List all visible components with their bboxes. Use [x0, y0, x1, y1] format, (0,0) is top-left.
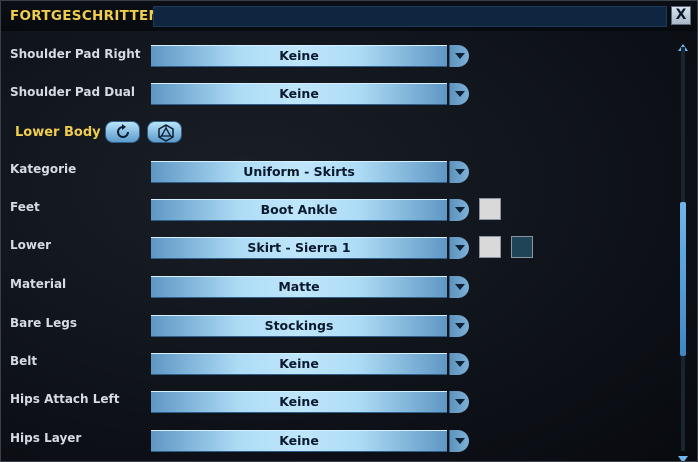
scroll-down-button[interactable]: [678, 449, 688, 461]
row-shoulder-pad-dual: Shoulder Pad Dual Keine: [1, 83, 661, 108]
color-swatch-feet-primary[interactable]: [479, 198, 501, 220]
dropdown-value: Keine: [279, 356, 319, 371]
refresh-button[interactable]: [105, 121, 140, 143]
row-label: Lower: [10, 238, 52, 252]
color-swatch-lower-secondary[interactable]: [511, 236, 533, 258]
dropdown-belt[interactable]: Keine: [151, 353, 469, 375]
row-shoulder-pad-right: Shoulder Pad Right Keine: [1, 45, 661, 70]
scroll-up-button[interactable]: [678, 36, 688, 51]
dropdown-hips-layer[interactable]: Keine: [151, 430, 469, 452]
chevron-down-icon[interactable]: [449, 276, 469, 298]
row-kategorie: Kategorie Uniform - Skirts: [1, 161, 661, 185]
row-bare-legs: Bare Legs Stockings: [1, 315, 661, 339]
chevron-down-icon: [678, 456, 688, 461]
dropdown-material[interactable]: Matte: [151, 276, 469, 298]
row-hips-attach-left: Hips Attach Left Keine: [1, 391, 661, 415]
row-hips-layer: Hips Layer Keine: [1, 430, 661, 454]
dropdown-bare-legs[interactable]: Stockings: [151, 315, 469, 337]
row-label: Belt: [10, 354, 38, 368]
dropdown-value: Keine: [279, 394, 319, 409]
dropdown-value: Keine: [279, 433, 319, 448]
close-button[interactable]: X: [671, 6, 691, 25]
random-die-icon: [158, 124, 174, 142]
row-label: Kategorie: [10, 162, 77, 176]
row-label: Shoulder Pad Right: [10, 47, 141, 61]
dropdown-kategorie[interactable]: Uniform - Skirts: [151, 161, 469, 183]
dropdown-hips-attach-left[interactable]: Keine: [151, 391, 469, 413]
section-title-lower-body: Lower Body: [15, 125, 101, 140]
scrollbar-thumb[interactable]: [680, 202, 686, 356]
chevron-down-icon[interactable]: [449, 430, 469, 452]
dropdown-value: Keine: [279, 86, 319, 101]
dropdown-shoulder-pad-dual[interactable]: Keine: [151, 83, 469, 105]
title-bar-fill: [153, 6, 667, 27]
dropdown-value: Keine: [279, 48, 319, 63]
vertical-scrollbar[interactable]: [675, 33, 691, 461]
dropdown-value: Stockings: [264, 318, 334, 333]
dropdown-shoulder-pad-right[interactable]: Keine: [151, 45, 469, 67]
dialog-title: FORTGESCHRITTEN: [10, 8, 161, 24]
row-label: Hips Attach Left: [10, 392, 120, 406]
dropdown-value: Skirt - Sierra 1: [247, 240, 351, 255]
chevron-down-icon[interactable]: [449, 315, 469, 337]
dropdown-value: Boot Ankle: [260, 202, 338, 217]
refresh-icon: [117, 124, 129, 138]
chevron-down-icon[interactable]: [449, 83, 469, 105]
row-label: Bare Legs: [10, 316, 77, 330]
dropdown-value: Uniform - Skirts: [243, 164, 355, 179]
row-label: Feet: [10, 200, 40, 214]
chevron-down-icon[interactable]: [449, 199, 469, 221]
dropdown-feet[interactable]: Boot Ankle: [151, 199, 469, 221]
dropdown-value: Matte: [278, 279, 320, 294]
chevron-down-icon[interactable]: [449, 237, 469, 259]
dropdown-lower[interactable]: Skirt - Sierra 1: [151, 237, 469, 259]
title-bar: FORTGESCHRITTEN X: [1, 1, 697, 31]
row-label: Material: [10, 277, 67, 291]
close-icon: X: [675, 7, 687, 23]
row-material: Material Matte: [1, 276, 661, 300]
randomize-button[interactable]: [147, 121, 182, 143]
row-label: Hips Layer: [10, 431, 82, 445]
row-label: Shoulder Pad Dual: [10, 85, 135, 99]
chevron-down-icon[interactable]: [449, 45, 469, 67]
color-swatch-lower-primary[interactable]: [479, 236, 501, 258]
fortgeschritten-dialog: FORTGESCHRITTEN X Shoulder Pad Right Kei…: [0, 0, 698, 462]
row-feet: Feet Boot Ankle: [1, 198, 661, 223]
row-belt: Belt Keine: [1, 353, 661, 377]
chevron-down-icon[interactable]: [449, 161, 469, 183]
chevron-down-icon[interactable]: [449, 391, 469, 413]
chevron-down-icon[interactable]: [449, 353, 469, 375]
row-lower: Lower Skirt - Sierra 1: [1, 236, 661, 261]
